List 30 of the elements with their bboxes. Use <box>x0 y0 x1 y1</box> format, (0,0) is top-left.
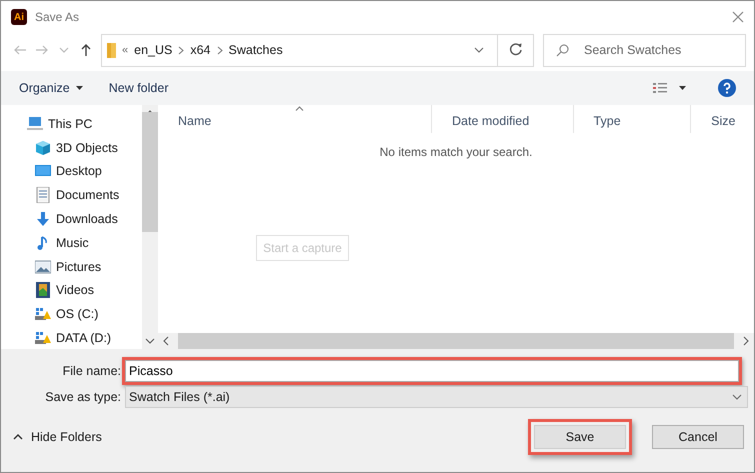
organize-menu[interactable]: Organize <box>19 79 83 97</box>
sidebar-item[interactable]: Pictures <box>1 254 102 279</box>
sidebar-item[interactable]: Documents <box>1 183 120 208</box>
search-field[interactable]: Search Swatches <box>543 34 746 66</box>
breadcrumb[interactable]: en_US <box>134 43 172 57</box>
new-folder-button[interactable]: New folder <box>108 79 168 97</box>
file-name-field[interactable]: Picasso <box>125 360 739 382</box>
column-header[interactable]: Date modified <box>432 105 574 133</box>
empty-message: No items match your search. <box>380 145 532 159</box>
field-label: Save as type: <box>44 390 122 404</box>
sidebar-item[interactable]: This PC <box>1 112 92 136</box>
breadcrumb[interactable]: Swatches <box>228 43 283 57</box>
sidebar-item[interactable]: 3D Objects <box>1 136 118 160</box>
file-type-dropdown[interactable]: Swatch Files (*.ai) <box>125 386 748 408</box>
column-header[interactable]: Size <box>691 105 754 133</box>
sidebar-item[interactable]: Videos <box>1 278 94 302</box>
app-icon: Ai <box>11 9 27 25</box>
sidebar-item[interactable]: DATA (D:) <box>1 326 112 349</box>
dialog-button[interactable]: Cancel <box>652 425 744 449</box>
sidebar-item[interactable]: Music <box>1 230 89 255</box>
sidebar-item[interactable]: OS (C:) <box>1 302 98 326</box>
field-label: File name: <box>62 364 122 378</box>
column-header[interactable]: Type <box>574 105 692 133</box>
sidebar-item[interactable]: Desktop <box>1 160 102 184</box>
hide-folders-button[interactable]: Hide Folders <box>13 430 102 444</box>
column-header[interactable]: Name <box>158 105 432 133</box>
breadcrumb[interactable]: x64 <box>190 43 211 57</box>
sidebar-item[interactable]: Downloads <box>1 207 118 231</box>
window-title: Save As <box>35 10 80 24</box>
overflow-chevron[interactable]: « <box>122 44 128 56</box>
